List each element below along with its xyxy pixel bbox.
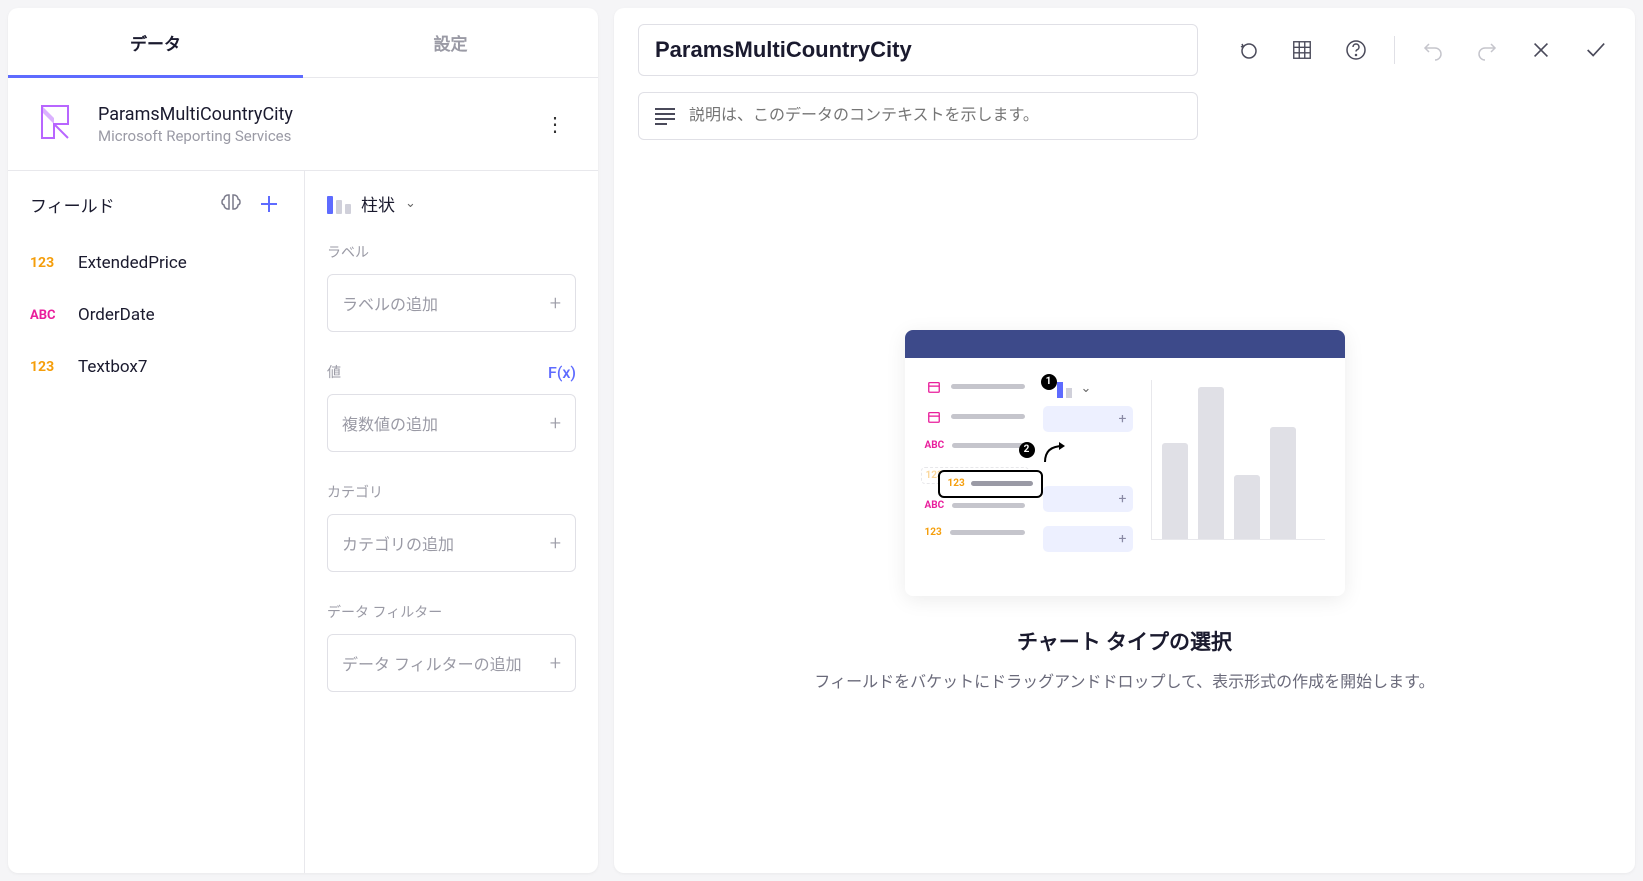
title-input[interactable] bbox=[638, 24, 1198, 76]
category-placeholder: カテゴリの追加 bbox=[342, 531, 454, 555]
category-dropzone[interactable]: カテゴリの追加 + bbox=[327, 514, 576, 572]
filter-dropzone[interactable]: データ フィルターの追加 + bbox=[327, 634, 576, 692]
chart-type-label: 柱状 bbox=[361, 191, 395, 216]
plus-icon: + bbox=[550, 531, 561, 555]
fx-button[interactable]: F(x) bbox=[548, 363, 576, 382]
canvas: ABC 123 ABC 123 1 ⌄ + 2 123 + + + bbox=[614, 148, 1635, 873]
tab-data[interactable]: データ bbox=[8, 8, 303, 77]
effects-icon[interactable] bbox=[1232, 34, 1264, 66]
sidebar: データ 設定 ParamsMultiCountryCity Microsoft … bbox=[8, 8, 598, 873]
datasource-info: ParamsMultiCountryCity Microsoft Reporti… bbox=[98, 104, 519, 145]
description-input[interactable] bbox=[638, 92, 1198, 140]
value-section-header: 値 F(x) bbox=[327, 362, 576, 382]
tab-settings[interactable]: 設定 bbox=[303, 8, 598, 77]
category-section-header: カテゴリ bbox=[327, 482, 576, 502]
help-icon[interactable] bbox=[1340, 34, 1372, 66]
undo-icon[interactable] bbox=[1417, 34, 1449, 66]
field-type-badge: ABC bbox=[30, 308, 64, 323]
sidebar-tabs: データ 設定 bbox=[8, 8, 598, 78]
toolbar-separator bbox=[1394, 36, 1395, 64]
datasource-subtitle: Microsoft Reporting Services bbox=[98, 127, 519, 145]
grid-icon[interactable] bbox=[1286, 34, 1318, 66]
main-panel: ABC 123 ABC 123 1 ⌄ + 2 123 + + + bbox=[614, 8, 1635, 873]
column-chart-icon bbox=[327, 194, 351, 214]
label-placeholder: ラベルの追加 bbox=[342, 291, 438, 315]
plus-icon: + bbox=[550, 651, 561, 675]
plus-icon: + bbox=[550, 291, 561, 315]
datasource-row: ParamsMultiCountryCity Microsoft Reporti… bbox=[8, 78, 598, 171]
illus-body: ABC 123 ABC 123 1 ⌄ + 2 123 + + + bbox=[905, 358, 1345, 596]
description-icon bbox=[655, 108, 675, 125]
canvas-title: チャート タイプの選択 bbox=[1017, 626, 1232, 656]
toolbar bbox=[1232, 34, 1611, 66]
field-item[interactable]: 123 ExtendedPrice bbox=[8, 237, 304, 289]
field-item[interactable]: ABC OrderDate bbox=[8, 289, 304, 341]
fields-column: フィールド 123 ExtendedPrice ABC OrderDate 123 Tex… bbox=[8, 171, 305, 873]
main-header bbox=[614, 8, 1635, 92]
canvas-subtitle: フィールドをバケットにドラッグアンドドロップして、表示形式の作成を開始します。 bbox=[814, 668, 1434, 692]
illus-buckets: 1 ⌄ + 2 123 + + + bbox=[1043, 380, 1133, 566]
value-section-label: 値 bbox=[327, 362, 341, 382]
add-field-icon[interactable] bbox=[256, 191, 282, 217]
datasource-menu-icon[interactable]: ⋮ bbox=[537, 108, 574, 140]
value-placeholder: 複数値の追加 bbox=[342, 411, 438, 435]
fields-header-title: フィールド bbox=[30, 192, 206, 217]
illus-preview-chart bbox=[1151, 380, 1325, 540]
chart-type-selector[interactable]: 柱状 ⌄ bbox=[327, 191, 576, 216]
confirm-icon[interactable] bbox=[1579, 34, 1611, 66]
fields-list: 123 ExtendedPrice ABC OrderDate 123 Textbox7 bbox=[8, 237, 304, 393]
value-dropzone[interactable]: 複数値の追加 + bbox=[327, 394, 576, 452]
datasource-title: ParamsMultiCountryCity bbox=[98, 104, 519, 125]
label-dropzone[interactable]: ラベルの追加 + bbox=[327, 274, 576, 332]
plus-icon: + bbox=[550, 411, 561, 435]
illustration: ABC 123 ABC 123 1 ⌄ + 2 123 + + + bbox=[905, 330, 1345, 596]
config-column: 柱状 ⌄ ラベル ラベルの追加 + 値 F(x) 複数値の追加 + カテゴリ カ… bbox=[305, 171, 598, 873]
field-type-badge: 123 bbox=[30, 255, 64, 271]
field-name: OrderDate bbox=[78, 305, 155, 325]
reporting-services-icon bbox=[32, 98, 80, 150]
filter-section-header: データ フィルター bbox=[327, 602, 576, 622]
panel-body: フィールド 123 ExtendedPrice ABC OrderDate 123 Tex… bbox=[8, 171, 598, 873]
brain-icon[interactable] bbox=[218, 191, 244, 217]
illus-titlebar bbox=[905, 330, 1345, 358]
description-field[interactable] bbox=[689, 107, 1181, 125]
field-name: ExtendedPrice bbox=[78, 253, 187, 273]
label-section-header: ラベル bbox=[327, 242, 576, 262]
badge-2: 2 bbox=[1019, 442, 1035, 458]
field-item[interactable]: 123 Textbox7 bbox=[8, 341, 304, 393]
redo-icon[interactable] bbox=[1471, 34, 1503, 66]
badge-1: 1 bbox=[1041, 374, 1057, 390]
filter-placeholder: データ フィルターの追加 bbox=[342, 651, 522, 675]
field-name: Textbox7 bbox=[78, 357, 147, 377]
chevron-down-icon: ⌄ bbox=[405, 196, 416, 211]
drag-indicator: 123 bbox=[938, 470, 1043, 498]
fields-header: フィールド bbox=[8, 171, 304, 237]
field-type-badge: 123 bbox=[30, 359, 64, 375]
description-row bbox=[614, 92, 1635, 148]
close-icon[interactable] bbox=[1525, 34, 1557, 66]
